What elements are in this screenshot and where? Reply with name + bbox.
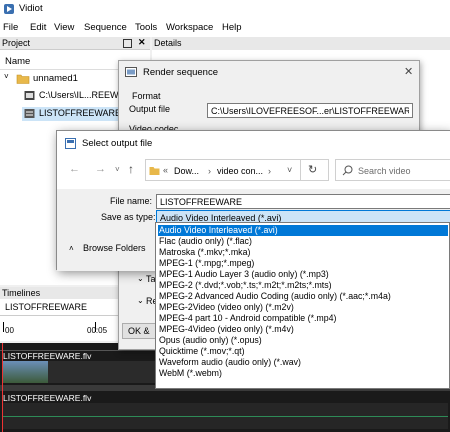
dropdown-option[interactable]: MPEG-1 (*.mpg;*.mpeg): [158, 258, 254, 269]
ok-button-label: OK &: [128, 326, 150, 336]
folder-name[interactable]: unnamed1: [33, 73, 78, 84]
audio-track-label: LISTOFFREEWARE.flv: [3, 393, 92, 403]
menu-edit[interactable]: Edit: [30, 22, 46, 33]
path-segment-1[interactable]: Dow...: [174, 166, 199, 176]
file-name-label: File name:: [110, 196, 153, 206]
save-as-type-label: Save as type:: [101, 212, 156, 222]
output-file-label: Output file: [129, 104, 171, 114]
search-box[interactable]: Search video: [335, 159, 450, 181]
path-separator-icon-2: ›: [208, 166, 211, 176]
search-icon: [342, 165, 353, 176]
app-icon: [4, 4, 14, 14]
title-bar: Vidiot: [0, 0, 450, 18]
browse-chevron-icon[interactable]: ˄: [69, 244, 74, 253]
menu-help[interactable]: Help: [222, 22, 242, 33]
format-group-label: Format: [132, 91, 161, 101]
menu-tools[interactable]: Tools: [135, 22, 157, 33]
address-dropdown-icon[interactable]: ˅: [287, 165, 292, 175]
collapse-icon[interactable]: ˅: [4, 72, 9, 81]
dropdown-option[interactable]: Matroska (*.mkv;*.mka): [158, 247, 250, 258]
file-type-dropdown: Audio Video Interleaved (*.avi) Flac (au…: [155, 222, 450, 389]
playhead[interactable]: [2, 343, 3, 432]
dropdown-option[interactable]: Waveform audio (audio only) (*.wav): [158, 357, 301, 368]
select-dialog-title: Select output file: [82, 138, 153, 149]
dropdown-option[interactable]: Flac (audio only) (*.flac): [158, 236, 252, 247]
dropdown-option[interactable]: MPEG-2 (*.dvd;*.vob;*.ts;*.m2t;*.m2ts;*.…: [158, 280, 332, 291]
dropdown-option[interactable]: MPEG-4 part 10 - Android compatible (*.m…: [158, 313, 336, 324]
timelines-title: Timelines: [2, 288, 41, 298]
browse-folders-button[interactable]: Browse Folders: [83, 243, 146, 253]
path-separator-icon: «: [163, 165, 169, 175]
refresh-icon[interactable]: ↻: [308, 163, 317, 176]
maximize-icon[interactable]: [123, 39, 132, 48]
ruler-mark: 00:05: [87, 326, 108, 335]
video-thumbnail[interactable]: [2, 361, 48, 383]
file-name-input[interactable]: [156, 194, 450, 209]
dropdown-option[interactable]: MPEG-4Video (video only) (*.m4v): [158, 324, 294, 335]
menu-file[interactable]: File: [3, 22, 18, 33]
select-dialog-titlebar: Select output file: [57, 131, 450, 155]
dropdown-option[interactable]: Opus (audio only) (*.opus): [158, 335, 262, 346]
menu-sequence[interactable]: Sequence: [84, 22, 127, 33]
video-track-label: LISTOFFREEWARE.flv: [3, 351, 92, 361]
ok-button[interactable]: OK &: [122, 323, 156, 339]
render-icon: [125, 67, 137, 77]
path-separator-icon-3: ›: [268, 166, 271, 176]
render-close-icon[interactable]: ✕: [404, 65, 413, 78]
close-icon[interactable]: ✕: [138, 37, 146, 48]
audio-clip[interactable]: [2, 403, 448, 429]
ruler-start: 00: [5, 326, 14, 335]
recent-chevron-icon[interactable]: ˅: [115, 165, 120, 174]
dropdown-option[interactable]: MPEG-2Video (video only) (*.m2v): [158, 302, 294, 313]
collapse-circle-icon-2[interactable]: ⌄: [137, 296, 144, 305]
search-placeholder: Search video: [358, 166, 411, 176]
film-icon: [24, 91, 35, 100]
project-item-sequence[interactable]: LISTOFFREEWARE: [39, 108, 121, 118]
project-item-file[interactable]: C:\Users\IL...REEWA: [39, 90, 124, 100]
details-panel-header: Details: [152, 37, 450, 50]
timeline-tab[interactable]: LISTOFFREEWARE: [5, 302, 87, 312]
dialog-icon: [65, 138, 76, 149]
menu-workspace[interactable]: Workspace: [166, 22, 213, 33]
dropdown-option[interactable]: MPEG-2 Advanced Audio Coding (audio only…: [158, 291, 391, 302]
folder-icon: [16, 74, 30, 84]
dropdown-option-selected[interactable]: Audio Video Interleaved (*.avi): [158, 225, 448, 236]
path-segment-2[interactable]: video con...: [217, 166, 263, 176]
menu-view[interactable]: View: [54, 22, 74, 33]
sequence-icon: [24, 109, 35, 118]
app-title: Vidiot: [19, 3, 43, 14]
project-panel-header: Project ✕: [0, 37, 150, 50]
folder-small-icon: [149, 167, 160, 175]
navigation-bar: ← → ˅ ↑ « Dow... › video con... › ˅ ↻ Se…: [57, 155, 450, 189]
output-file-field[interactable]: [207, 103, 413, 118]
name-column-header[interactable]: Name: [5, 56, 30, 67]
project-title: Project: [2, 38, 31, 48]
back-arrow-icon[interactable]: ←: [69, 163, 80, 175]
collapse-circle-icon[interactable]: ⌄: [137, 274, 144, 283]
menu-bar: File Edit View Sequence Tools Workspace …: [0, 18, 450, 37]
forward-arrow-icon[interactable]: →: [95, 163, 106, 175]
address-bar[interactable]: « Dow... › video con... › ˅ ↻: [145, 159, 329, 181]
dropdown-option[interactable]: Quicktime (*.mov;*.qt): [158, 346, 245, 357]
dropdown-option[interactable]: WebM (*.webm): [158, 368, 222, 379]
details-title: Details: [154, 38, 182, 48]
up-arrow-icon[interactable]: ↑: [128, 162, 134, 176]
render-title: Render sequence: [143, 67, 218, 78]
dropdown-option[interactable]: MPEG-1 Audio Layer 3 (audio only) (*.mp3…: [158, 269, 329, 280]
